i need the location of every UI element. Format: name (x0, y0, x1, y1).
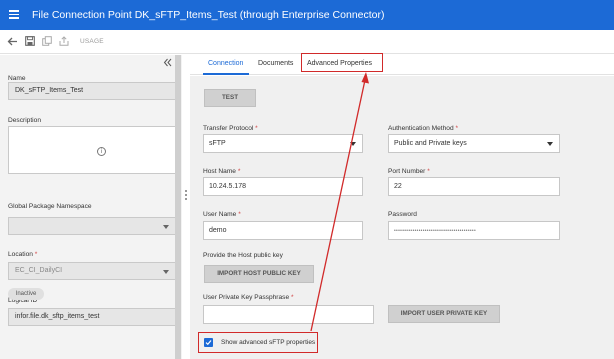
password-field[interactable]: •••••••••••••••••••••••••••••••••••••••• (388, 221, 560, 240)
location-label-text: Location (8, 251, 33, 258)
user-name-label: User Name * (203, 211, 241, 218)
transfer-protocol-value: sFTP (209, 140, 226, 147)
usage-button[interactable]: USAGE (80, 38, 104, 45)
chevron-down-icon (547, 142, 553, 146)
chevron-down-icon (163, 225, 169, 229)
host-name-field[interactable]: 10.24.5.178 (203, 177, 363, 196)
passphrase-label: User Private Key Passphrase * (203, 294, 294, 301)
chevron-down-icon (163, 270, 169, 274)
test-button[interactable]: TEST (204, 89, 256, 107)
port-label-text: Port Number (388, 168, 426, 175)
save-icon[interactable] (25, 36, 35, 46)
tab-bar: Connection Documents Advanced Properties (190, 55, 614, 75)
transfer-protocol-select[interactable]: sFTP (203, 134, 363, 153)
required-marker: * (34, 251, 38, 258)
location-value: EC_CI_DailyCI (15, 267, 63, 274)
namespace-select[interactable] (8, 217, 176, 235)
logical-id-field: infor.file.dk_sftp_items_test (8, 308, 176, 326)
password-label: Password (388, 211, 417, 218)
panel-scrollbar[interactable] (175, 55, 181, 359)
host-name-label-text: Host Name (203, 168, 236, 175)
transfer-protocol-label-text: Transfer Protocol (203, 125, 254, 132)
required-marker: * (255, 125, 258, 132)
required-marker: * (237, 168, 241, 175)
auth-method-select[interactable]: Public and Private keys (388, 134, 560, 153)
panel-splitter-handle[interactable] (185, 190, 188, 202)
auth-method-value: Public and Private keys (394, 140, 467, 147)
annotation-highlight-box (301, 53, 383, 72)
import-private-key-button[interactable]: IMPORT USER PRIVATE KEY (388, 305, 500, 323)
collapse-panel-icon[interactable] (163, 58, 172, 67)
page-title: File Connection Point DK_sFTP_Items_Test… (32, 9, 385, 21)
namespace-label: Global Package Namespace (8, 203, 92, 210)
transfer-protocol-label: Transfer Protocol * (203, 125, 258, 132)
export-icon[interactable] (59, 36, 69, 46)
chevron-down-icon (350, 142, 356, 146)
description-label: Description (8, 117, 41, 124)
auth-method-label: Authentication Method * (388, 125, 458, 132)
user-name-field[interactable]: demo (203, 221, 363, 240)
host-name-label: Host Name * (203, 168, 240, 175)
required-marker: * (455, 125, 459, 132)
description-field[interactable] (8, 126, 176, 174)
port-label: Port Number * (388, 168, 430, 175)
toolbar: USAGE (0, 30, 614, 54)
hamburger-menu-icon[interactable] (9, 10, 19, 19)
required-marker: * (238, 211, 241, 218)
copy-icon[interactable] (42, 36, 52, 46)
tab-connection[interactable]: Connection (208, 60, 243, 67)
location-select[interactable]: EC_CI_DailyCI (8, 262, 176, 280)
passphrase-label-text: User Private Key Passphrase (203, 294, 290, 301)
status-badge: Inactive (8, 288, 44, 300)
user-name-label-text: User Name (203, 211, 237, 218)
app-header: File Connection Point DK_sFTP_Items_Test… (0, 0, 614, 30)
required-marker: * (290, 294, 294, 301)
tab-documents[interactable]: Documents (258, 60, 293, 67)
required-marker: * (427, 168, 430, 175)
connection-form: TEST Transfer Protocol * sFTP Authentica… (190, 76, 614, 359)
location-label: Location * (8, 251, 37, 258)
name-field[interactable]: DK_sFTP_Items_Test (8, 82, 176, 100)
passphrase-field[interactable] (203, 305, 374, 324)
host-key-label: Provide the Host public key (203, 252, 283, 259)
import-host-key-button[interactable]: IMPORT HOST PUBLIC KEY (204, 265, 314, 283)
active-tab-indicator (203, 73, 249, 75)
port-field[interactable]: 22 (388, 177, 560, 196)
info-icon[interactable]: i (97, 147, 106, 156)
name-label: Name (8, 75, 26, 82)
properties-panel: Name DK_sFTP_Items_Test Description Glob… (0, 55, 182, 359)
annotation-highlight-box (198, 332, 318, 353)
auth-method-label-text: Authentication Method (388, 125, 454, 132)
back-arrow-icon[interactable] (7, 36, 18, 47)
